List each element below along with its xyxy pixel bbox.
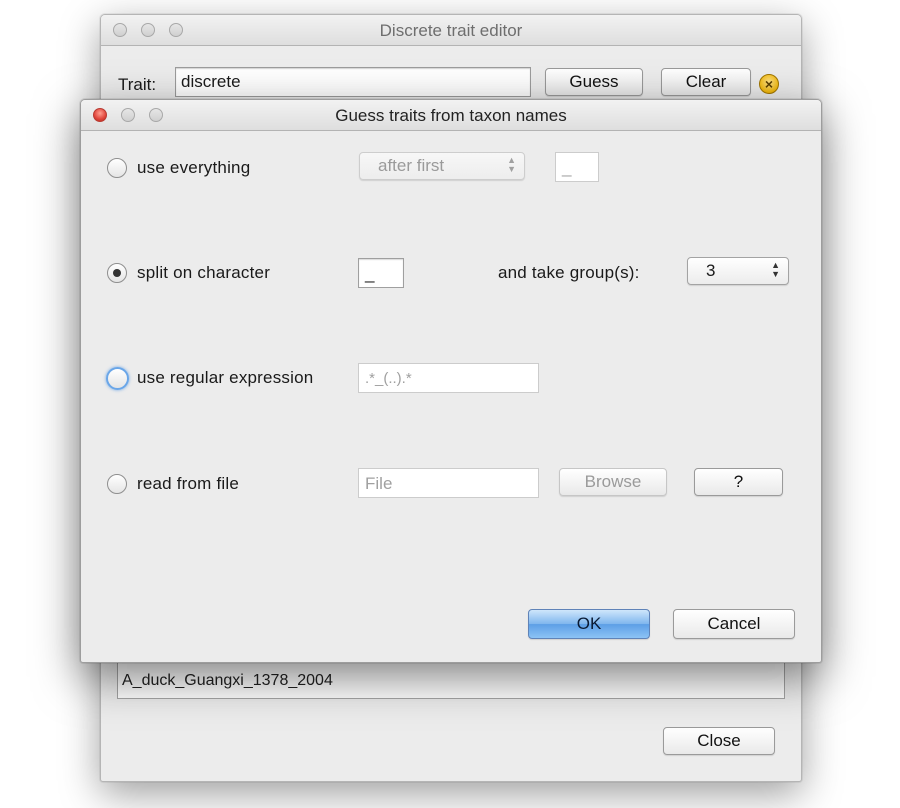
split-on-character-label: split on character <box>137 263 271 282</box>
split-character-input[interactable]: _ <box>358 258 404 288</box>
dialog-title: Guess traits from taxon names <box>335 106 567 125</box>
trait-input[interactable]: discrete <box>175 67 531 97</box>
up-down-arrows-icon: ▲ ▼ <box>771 260 780 279</box>
minimize-dialog-icon[interactable] <box>121 108 135 122</box>
groups-select-value: 3 <box>706 261 716 280</box>
regex-input[interactable]: .*_(..).* <box>358 363 539 393</box>
use-everything-label: use everything <box>137 158 251 177</box>
separator-field[interactable]: _ <box>555 152 599 182</box>
read-from-file-radio[interactable] <box>107 474 127 494</box>
close-button[interactable]: Close <box>663 727 775 755</box>
guess-traits-dialog: Guess traits from taxon names use everyt… <box>80 99 822 663</box>
window-title: Discrete trait editor <box>379 21 523 40</box>
titlebar: Discrete trait editor <box>101 15 801 46</box>
close-circle-icon[interactable]: × <box>759 74 779 94</box>
regular-expression-label: use regular expression <box>137 368 314 387</box>
zoom-dialog-icon[interactable] <box>149 108 163 122</box>
browse-button[interactable]: Browse <box>559 468 667 496</box>
zoom-window-icon[interactable] <box>169 23 183 37</box>
groups-select[interactable]: 3 ▲ ▼ <box>687 257 789 285</box>
ok-button[interactable]: OK <box>528 609 650 639</box>
read-from-file-label: read from file <box>137 474 240 493</box>
after-first-select[interactable]: after first ▲ ▼ <box>359 152 525 180</box>
dialog-titlebar: Guess traits from taxon names <box>81 100 821 131</box>
close-dialog-icon[interactable] <box>93 108 107 122</box>
guess-button[interactable]: Guess <box>545 68 643 96</box>
groups-label: and take group(s): <box>498 263 640 282</box>
up-down-arrows-icon: ▲ ▼ <box>507 155 516 174</box>
split-on-character-radio[interactable] <box>107 263 127 283</box>
cancel-button[interactable]: Cancel <box>673 609 795 639</box>
minimize-window-icon[interactable] <box>141 23 155 37</box>
list-item[interactable]: A_duck_Guangxi_1378_2004 <box>122 672 333 690</box>
file-input[interactable]: File <box>358 468 539 498</box>
use-everything-radio[interactable] <box>107 158 127 178</box>
trait-label: Trait: <box>118 75 157 94</box>
after-first-select-value: after first <box>378 156 445 175</box>
regular-expression-radio[interactable] <box>106 367 129 390</box>
clear-button[interactable]: Clear <box>661 68 751 96</box>
close-window-icon[interactable] <box>113 23 127 37</box>
help-button[interactable]: ? <box>694 468 783 496</box>
